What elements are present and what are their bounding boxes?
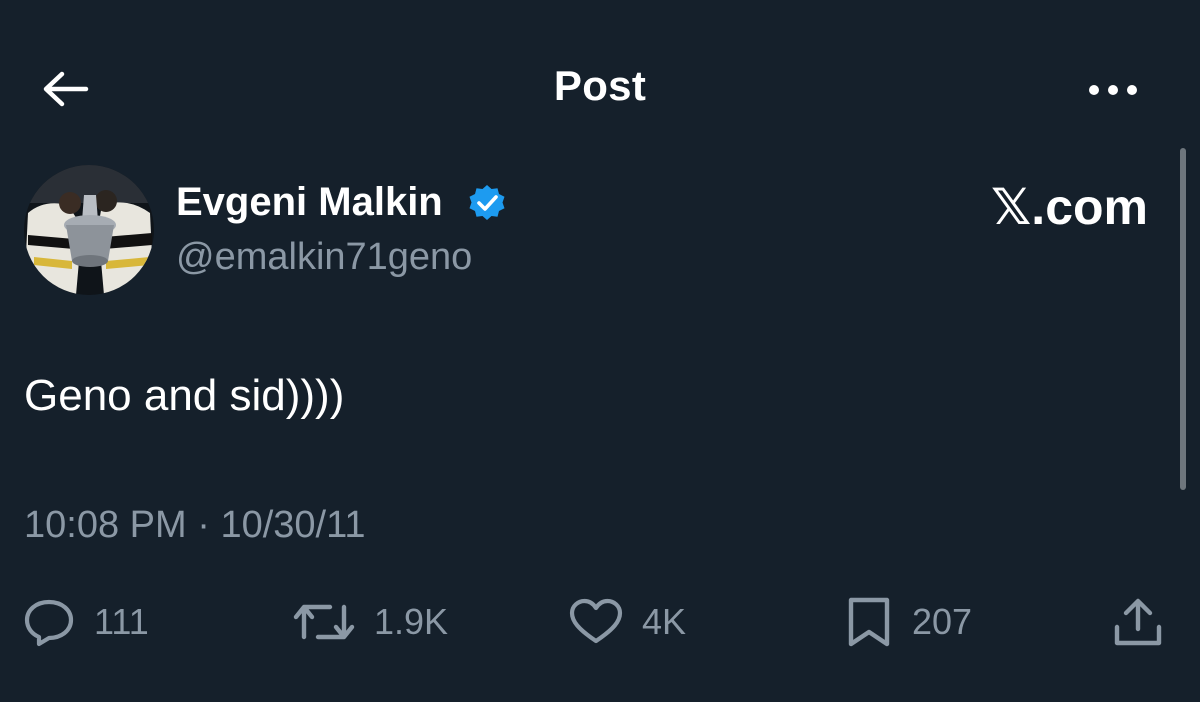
post-date[interactable]: 10/30/11 (220, 504, 365, 546)
avatar[interactable] (24, 165, 154, 295)
reply-icon (24, 599, 74, 647)
post-time[interactable]: 10:08 PM (24, 504, 187, 546)
page-title: Post (553, 62, 647, 109)
repost-button[interactable]: 1.9K (292, 592, 448, 652)
repost-count: 1.9K (374, 601, 449, 642)
more-horizontal-icon (1089, 85, 1137, 95)
author-display-name[interactable]: Evgeni Malkin (176, 180, 443, 225)
post-timestamp: 10:08 PM · 10/30/11 (24, 504, 366, 547)
bookmark-button[interactable]: 207 (844, 592, 972, 652)
bookmark-icon (848, 597, 890, 647)
like-button[interactable]: 4K (568, 592, 686, 652)
bookmark-count: 207 (912, 601, 973, 642)
watermark-domain: .com (1031, 179, 1148, 235)
share-icon (1114, 598, 1162, 646)
share-button[interactable] (1110, 592, 1166, 652)
top-bar: Post (0, 0, 1200, 160)
timestamp-separator: · (197, 504, 210, 546)
x-com-watermark: 𝕏.com (991, 178, 1148, 236)
x-logo-glyph: 𝕏 (991, 178, 1032, 236)
post-text: Geno and sid)))) (24, 371, 345, 420)
author-handle[interactable]: @emalkin71geno (176, 236, 472, 279)
verified-badge-icon (469, 185, 505, 220)
like-count: 4K (642, 601, 687, 642)
reply-button[interactable]: 111 (22, 592, 149, 652)
reply-count: 111 (94, 601, 149, 642)
avatar-photo (24, 165, 154, 295)
heart-icon (569, 598, 623, 644)
more-options-button[interactable] (1082, 70, 1144, 110)
repost-icon (293, 604, 355, 640)
scrollbar[interactable] (1180, 148, 1186, 490)
